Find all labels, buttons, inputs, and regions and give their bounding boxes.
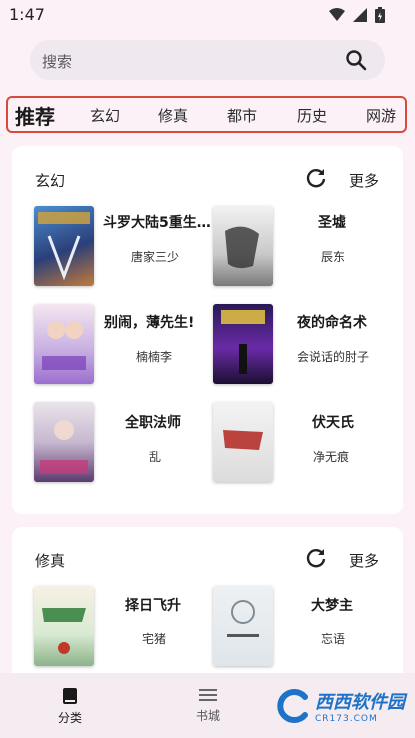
watermark-logo: 西西软件园 CR173.COM — [277, 688, 405, 724]
book-title[interactable]: 斗罗大陆5重生… — [103, 212, 211, 232]
tab-lishi[interactable]: 历史 — [297, 105, 327, 126]
search-icon[interactable] — [345, 49, 367, 71]
tab-xiuzhen[interactable]: 修真 — [158, 105, 188, 126]
book-author: 唐家三少 — [131, 250, 180, 264]
signal-icon — [353, 8, 367, 22]
book-cover[interactable] — [213, 402, 273, 482]
category-tabs: 推荐 玄幻 修真 都市 历史 网游 — [6, 96, 407, 133]
wifi-icon — [329, 8, 345, 21]
section-card-xiuzhen: 修真 更多 择日飞升 宅猪 大梦主 忘语 — [12, 527, 403, 687]
search-bar[interactable]: 搜索 — [30, 40, 385, 80]
book-author: 会说话的肘子 — [297, 350, 370, 364]
book-title[interactable]: 圣墟 — [318, 212, 346, 232]
section-card-xuanhuan: 玄幻 更多 斗罗大陆5重生… 唐家三少 圣墟 辰东 别闹，薄先生! 楠楠李 夜的… — [12, 146, 403, 514]
book-author: 净无痕 — [313, 450, 350, 464]
book-title[interactable]: 夜的命名术 — [297, 312, 367, 332]
book-icon — [63, 688, 77, 704]
refresh-icon[interactable] — [305, 167, 327, 189]
book-author: 宅猪 — [142, 632, 167, 646]
book-cover[interactable] — [34, 304, 94, 384]
book-title[interactable]: 伏天氏 — [312, 412, 354, 432]
status-time: 1:47 — [9, 5, 45, 24]
watermark-url: CR173.COM — [315, 714, 378, 724]
book-title[interactable]: 全职法师 — [125, 412, 181, 432]
book-author: 乱 — [149, 450, 162, 464]
tab-dushi[interactable]: 都市 — [227, 105, 257, 126]
nav-bookstore[interactable]: 书城 — [188, 687, 228, 724]
book-cover[interactable] — [34, 586, 94, 666]
battery-icon — [375, 7, 385, 23]
book-title[interactable]: 大梦主 — [311, 595, 353, 615]
book-cover[interactable] — [213, 206, 273, 286]
refresh-icon[interactable] — [305, 547, 327, 569]
section-title: 修真 — [35, 552, 66, 570]
tab-recommend[interactable]: 推荐 — [15, 101, 55, 130]
nav-label: 分类 — [57, 711, 82, 725]
book-author: 楠楠李 — [136, 350, 173, 364]
search-input[interactable]: 搜索 — [42, 51, 72, 72]
more-link[interactable]: 更多 — [349, 170, 379, 191]
nav-category[interactable]: 分类 — [50, 687, 90, 726]
book-cover[interactable] — [213, 304, 273, 384]
book-cover[interactable] — [213, 586, 273, 666]
watermark-text: 西西软件园 — [315, 692, 405, 713]
more-link[interactable]: 更多 — [349, 550, 379, 571]
book-author: 辰东 — [321, 250, 346, 264]
book-title[interactable]: 别闹，薄先生! — [104, 312, 194, 332]
status-icons — [329, 7, 385, 23]
book-cover[interactable] — [34, 206, 94, 286]
section-title: 玄幻 — [35, 172, 66, 190]
book-cover[interactable] — [34, 402, 94, 482]
tab-xuanhuan[interactable]: 玄幻 — [90, 105, 120, 126]
nav-label: 书城 — [195, 709, 220, 723]
status-bar: 1:47 — [0, 0, 415, 30]
book-author: 忘语 — [321, 632, 346, 646]
tab-wangyou[interactable]: 网游 — [366, 105, 396, 126]
list-icon — [199, 689, 217, 701]
book-title[interactable]: 择日飞升 — [125, 595, 181, 615]
watermark-c-icon — [277, 689, 308, 723]
